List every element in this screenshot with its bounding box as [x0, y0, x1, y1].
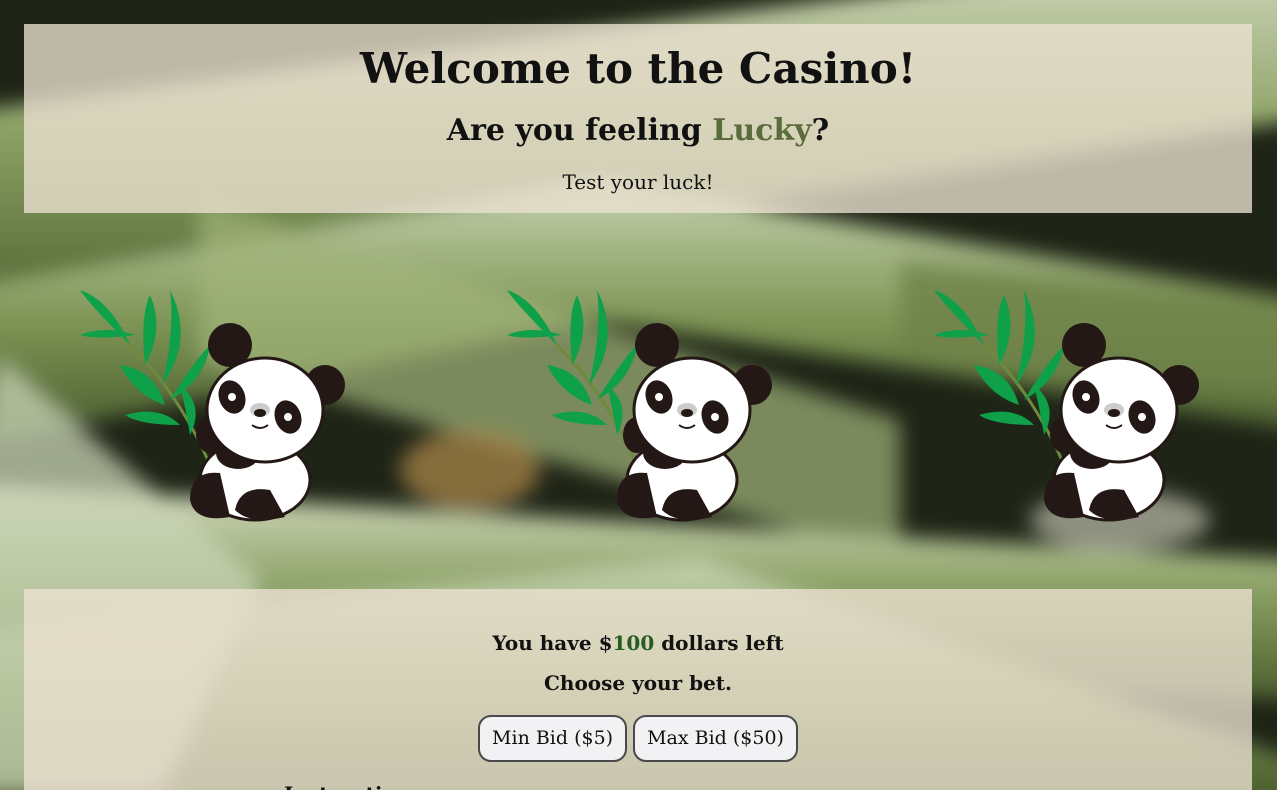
panda-bamboo-icon: [80, 290, 345, 522]
subtitle-prefix: Are you feeling: [446, 113, 713, 148]
slot-reel-1: [70, 285, 350, 525]
min-bid-button[interactable]: Min Bid ($5): [478, 715, 628, 762]
choose-bet-label: Choose your bet.: [544, 671, 732, 695]
instructions-heading: Instructions: [284, 782, 422, 790]
money-suffix: dollars left: [654, 631, 784, 655]
bid-button-row: Min Bid ($5) Max Bid ($50): [24, 715, 1252, 762]
max-bid-button[interactable]: Max Bid ($50): [633, 715, 798, 762]
panda-bamboo-icon: [507, 290, 772, 522]
header-panel: Welcome to the Casino! Are you feeling L…: [24, 24, 1252, 213]
lucky-word: Lucky: [712, 113, 812, 148]
slot-reel-2: [497, 285, 777, 525]
page-title: Welcome to the Casino!: [359, 44, 917, 93]
betting-panel: You have $100 dollars left Choose your b…: [24, 589, 1252, 790]
money-status: You have $100 dollars left: [24, 631, 1252, 655]
panda-bamboo-icon: [934, 290, 1199, 522]
page-subtitle: Are you feeling Lucky?: [24, 114, 1252, 147]
money-prefix: You have $: [492, 631, 613, 655]
subtitle-suffix: ?: [811, 113, 830, 148]
tagline: Test your luck!: [562, 170, 714, 194]
money-amount: 100: [612, 631, 655, 655]
slot-reel-3: [924, 285, 1204, 525]
